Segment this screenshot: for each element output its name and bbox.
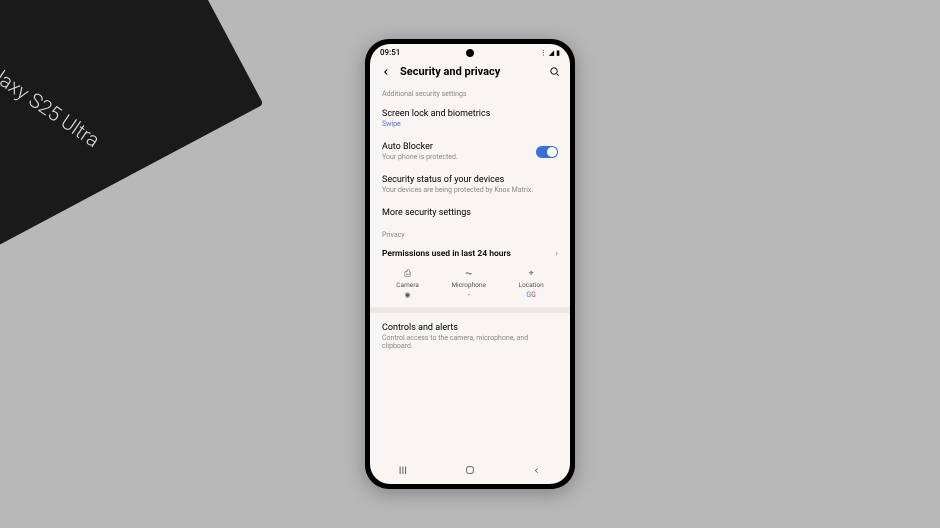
item-title: Controls and alerts xyxy=(382,323,558,333)
back-icon[interactable] xyxy=(380,66,392,78)
phone-frame: 09:51 ⋮ ◢ ▮ Security and privacy Additio… xyxy=(365,39,575,489)
item-more-security[interactable]: More security settings xyxy=(380,201,560,225)
item-permissions[interactable]: Permissions used in last 24 hours › xyxy=(380,243,560,265)
perm-label: Microphone xyxy=(451,281,485,289)
item-subtitle: Your phone is protected. xyxy=(382,153,536,161)
microphone-icon: ⏦ xyxy=(465,269,472,279)
battery-icon: ▮ xyxy=(556,49,560,57)
perm-label: Camera xyxy=(396,281,419,289)
wifi-icon: ⋮ xyxy=(540,49,547,57)
item-title: More security settings xyxy=(382,208,558,218)
item-title: Security status of your devices xyxy=(382,175,558,185)
product-box-prop: Galaxy S25 Ultra xyxy=(0,0,263,250)
nav-recents-icon[interactable]: III xyxy=(399,466,407,477)
search-icon[interactable] xyxy=(548,66,560,78)
nav-bar: III xyxy=(370,459,570,484)
perm-col-microphone[interactable]: ⏦ Microphone - xyxy=(451,269,485,299)
nav-back-icon[interactable] xyxy=(532,466,541,478)
item-screen-lock[interactable]: Screen lock and biometrics Swipe xyxy=(380,102,560,135)
item-title: Screen lock and biometrics xyxy=(382,109,558,119)
item-security-status[interactable]: Security status of your devices Your dev… xyxy=(380,168,560,201)
chevron-right-icon: › xyxy=(555,249,558,259)
section-header-privacy: Privacy xyxy=(380,225,560,243)
perm-app-google: GG xyxy=(526,291,536,299)
phone-screen: 09:51 ⋮ ◢ ▮ Security and privacy Additio… xyxy=(370,44,570,484)
nav-home-icon[interactable] xyxy=(465,465,475,478)
status-time: 09:51 xyxy=(380,48,400,57)
item-title: Auto Blocker xyxy=(382,142,536,152)
page-title: Security and privacy xyxy=(400,65,540,78)
permissions-title: Permissions used in last 24 hours xyxy=(382,249,511,259)
perm-col-camera[interactable]: ⎙ Camera ◉ xyxy=(396,269,419,299)
settings-content: Additional security settings Screen lock… xyxy=(370,84,570,459)
page-header: Security and privacy xyxy=(370,59,570,84)
perm-col-location[interactable]: ⌖ Location GG xyxy=(519,269,544,299)
status-icons: ⋮ ◢ ▮ xyxy=(540,49,560,57)
item-controls-alerts[interactable]: Controls and alerts Control access to th… xyxy=(380,313,560,357)
signal-icon: ◢ xyxy=(549,49,554,57)
item-subtitle: Swipe xyxy=(382,120,558,128)
auto-blocker-toggle[interactable] xyxy=(536,146,558,158)
camera-cutout xyxy=(466,49,474,57)
location-icon: ⌖ xyxy=(529,269,534,279)
perm-label: Location xyxy=(519,281,544,289)
item-subtitle: Your devices are being protected by Knox… xyxy=(382,186,558,194)
product-box-label: Galaxy S25 Ultra xyxy=(0,52,104,152)
item-auto-blocker[interactable]: Auto Blocker Your phone is protected. xyxy=(380,135,560,168)
perm-app-empty: - xyxy=(468,291,470,299)
perm-app-dot: ◉ xyxy=(405,291,411,299)
permissions-grid: ⎙ Camera ◉ ⏦ Microphone - ⌖ Location GG xyxy=(380,265,560,307)
section-header-security: Additional security settings xyxy=(380,84,560,102)
item-subtitle: Control access to the camera, microphone… xyxy=(382,334,558,350)
camera-icon: ⎙ xyxy=(404,269,411,279)
